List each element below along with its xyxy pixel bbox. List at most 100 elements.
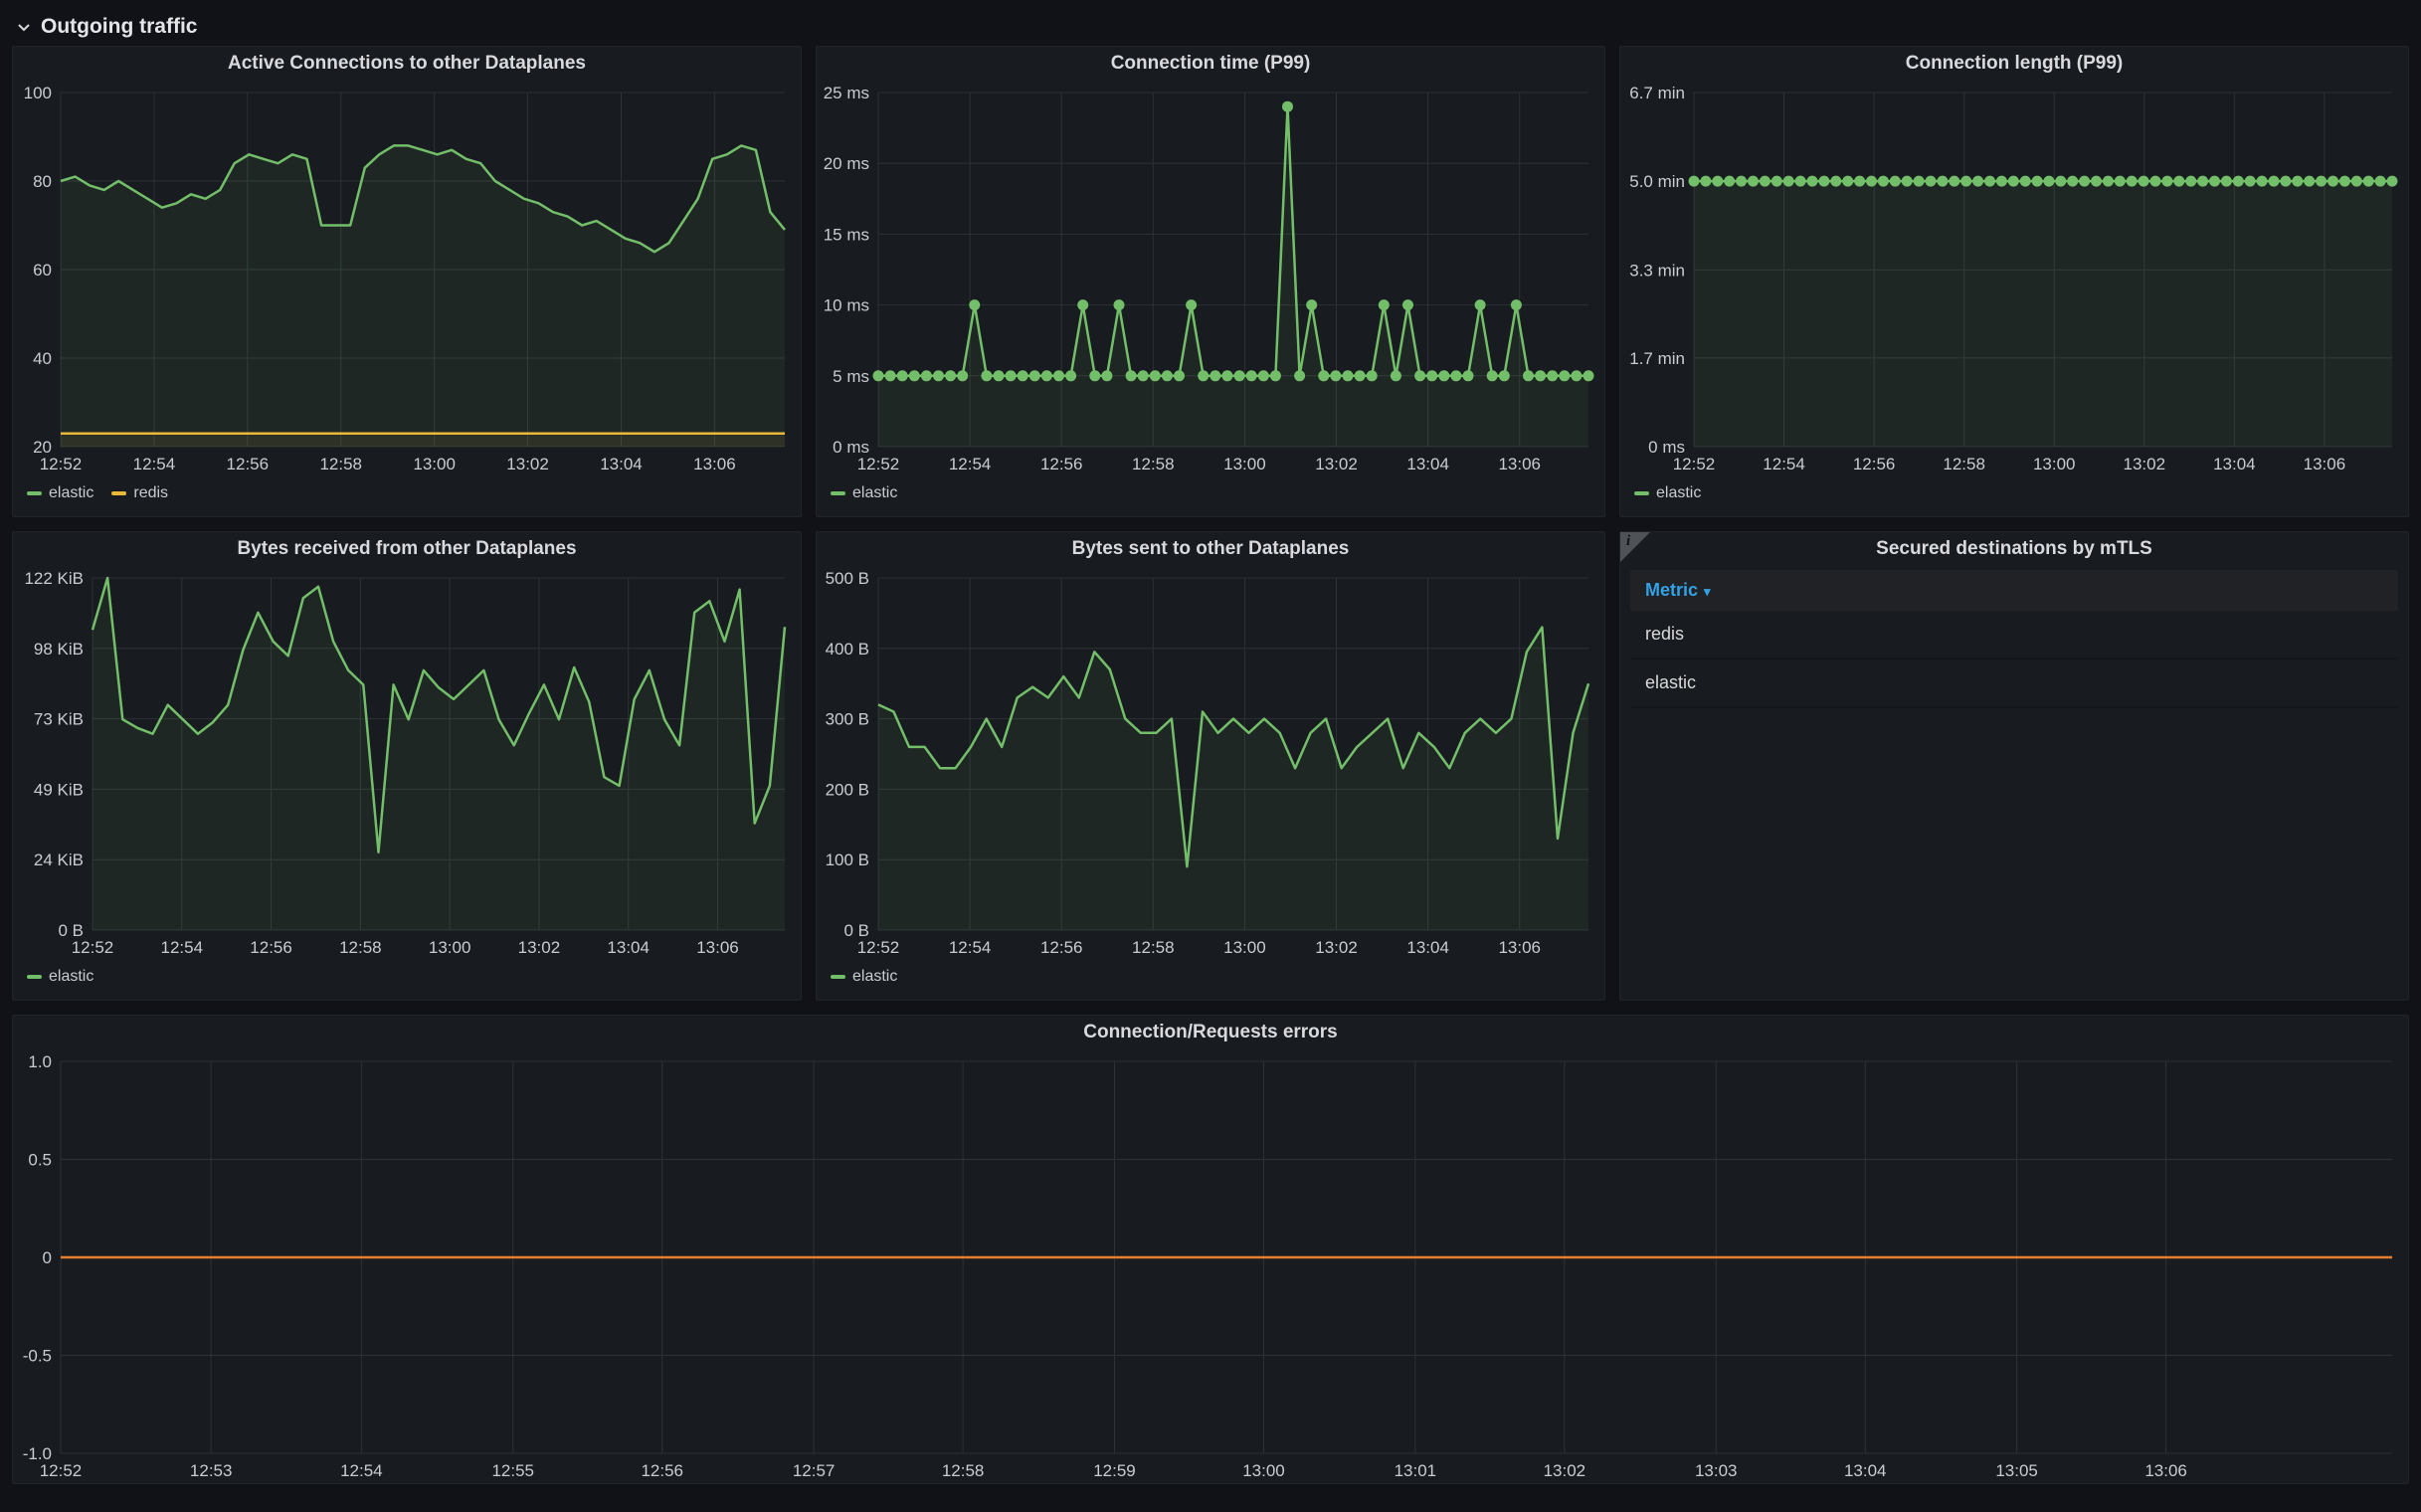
- series-point: [921, 370, 932, 381]
- x-axis-tick-label: 12:58: [1132, 455, 1175, 473]
- y-axis-tick-label: 5 ms: [833, 367, 869, 386]
- y-axis-tick-label: 0: [43, 1248, 52, 1267]
- table-header-metric[interactable]: Metric▾: [1630, 570, 2398, 611]
- chart-bytes-sent[interactable]: 0 B100 B200 B300 B400 B500 B12:5212:5412…: [817, 566, 1604, 960]
- chevron-down-icon[interactable]: [16, 19, 32, 35]
- legend-item-redis[interactable]: redis: [111, 484, 168, 502]
- x-axis-tick-label: 13:06: [696, 938, 739, 957]
- y-axis-tick-label: 10 ms: [824, 296, 869, 315]
- series-point: [1511, 299, 1522, 310]
- series-point: [994, 370, 1005, 381]
- series-point: [2173, 176, 2184, 187]
- x-axis-tick-label: 12:54: [133, 455, 176, 473]
- series-point: [2020, 176, 2031, 187]
- series-point: [1795, 176, 1806, 187]
- series-point: [1065, 370, 1076, 381]
- y-axis-tick-label: 25 ms: [824, 84, 869, 102]
- x-axis-tick-label: 12:58: [942, 1461, 985, 1480]
- x-axis-tick-label: 13:00: [413, 455, 456, 473]
- series-point: [1367, 370, 1378, 381]
- legend-swatch: [27, 491, 42, 495]
- series-point: [1926, 176, 1937, 187]
- series-area-fill: [61, 145, 785, 447]
- series-point: [945, 370, 956, 381]
- panel-title: Bytes received from other Dataplanes: [13, 532, 801, 566]
- y-axis-tick-label: 15 ms: [824, 225, 869, 244]
- panel-title: Secured destinations by mTLS: [1620, 532, 2408, 566]
- chart-connection-time[interactable]: 0 ms5 ms10 ms15 ms20 ms25 ms12:5212:5412…: [817, 81, 1604, 476]
- series-point: [1760, 176, 1770, 187]
- series-point: [2150, 176, 2161, 187]
- series-area-fill: [1694, 181, 2392, 447]
- series-point: [2197, 176, 2208, 187]
- x-axis-tick-label: 13:00: [1242, 1461, 1285, 1480]
- series-point: [1379, 299, 1390, 310]
- series-point: [957, 370, 968, 381]
- series-point: [1487, 370, 1498, 381]
- series-point: [1221, 370, 1232, 381]
- y-axis-tick-label: 5.0 min: [1629, 172, 1685, 191]
- series-point: [2127, 176, 2138, 187]
- series-point: [1830, 176, 1841, 187]
- legend: elastic: [817, 476, 1604, 516]
- legend: elastic: [817, 960, 1604, 1000]
- legend-item-elastic[interactable]: elastic: [831, 484, 897, 502]
- x-axis-tick-label: 12:54: [161, 938, 204, 957]
- dashboard-row-2: Bytes received from other Dataplanes 0 B…: [12, 531, 2409, 1001]
- x-axis-tick-label: 13:04: [2213, 455, 2256, 473]
- series-area-fill: [93, 578, 785, 930]
- legend-item-elastic[interactable]: elastic: [27, 968, 93, 986]
- table-cell: elastic: [1645, 672, 1696, 692]
- chart-connection-requests-errors[interactable]: -1.0-0.500.51.012:5212:5312:5412:5512:56…: [13, 1049, 2408, 1483]
- legend-item-elastic[interactable]: elastic: [1634, 484, 1701, 502]
- y-axis-tick-label: 100 B: [826, 850, 869, 869]
- x-axis-tick-label: 12:58: [339, 938, 382, 957]
- y-axis-tick-label: -0.5: [23, 1347, 52, 1366]
- series-point: [1198, 370, 1209, 381]
- legend-item-elastic[interactable]: elastic: [27, 484, 93, 502]
- x-axis-tick-label: 12:56: [227, 455, 270, 473]
- x-axis-tick-label: 13:03: [1695, 1461, 1738, 1480]
- series-point: [1018, 370, 1028, 381]
- series-point: [1996, 176, 2007, 187]
- x-axis-tick-label: 13:06: [1498, 455, 1541, 473]
- chart-connection-length[interactable]: 0 ms1.7 min3.3 min5.0 min6.7 min12:5212:…: [1620, 81, 2408, 476]
- chart-svg: 0 ms5 ms10 ms15 ms20 ms25 ms12:5212:5412…: [817, 81, 1604, 476]
- series-point: [969, 299, 980, 310]
- series-point: [1114, 299, 1125, 310]
- chart-bytes-received[interactable]: 0 B24 KiB49 KiB73 KiB98 KiB122 KiB12:521…: [13, 566, 801, 960]
- x-axis-tick-label: 12:54: [340, 1461, 383, 1480]
- series-point: [2221, 176, 2232, 187]
- y-axis-tick-label: 49 KiB: [34, 780, 84, 799]
- series-point: [1150, 370, 1161, 381]
- series-point: [2375, 176, 2386, 187]
- chart-active-connections[interactable]: 2040608010012:5212:5412:5612:5813:0013:0…: [13, 81, 801, 476]
- series-point: [1736, 176, 1747, 187]
- x-axis-tick-label: 13:06: [1498, 938, 1541, 957]
- x-axis-tick-label: 13:02: [1315, 938, 1358, 957]
- legend-item-elastic[interactable]: elastic: [831, 968, 897, 986]
- series-point: [1294, 370, 1305, 381]
- series-area-fill: [878, 106, 1588, 447]
- panel-title: Bytes sent to other Dataplanes: [817, 532, 1604, 566]
- x-axis-tick-label: 12:56: [1040, 938, 1083, 957]
- series-point: [1842, 176, 1853, 187]
- series-point: [2351, 176, 2362, 187]
- series-point: [885, 370, 896, 381]
- legend: elastic: [1620, 476, 2408, 516]
- series-point: [2043, 176, 2054, 187]
- x-axis-tick-label: 12:52: [40, 455, 83, 473]
- x-axis-tick-label: 12:59: [1093, 1461, 1136, 1480]
- chart-svg: 0 B24 KiB49 KiB73 KiB98 KiB122 KiB12:521…: [13, 566, 801, 960]
- x-axis-tick-label: 12:58: [319, 455, 362, 473]
- x-axis-tick-label: 12:54: [1763, 455, 1805, 473]
- series-point: [1318, 370, 1329, 381]
- series-point: [1937, 176, 1948, 187]
- x-axis-tick-label: 13:02: [2124, 455, 2166, 473]
- y-axis-tick-label: 98 KiB: [34, 640, 84, 659]
- series-point: [2091, 176, 2102, 187]
- legend-swatch: [27, 975, 42, 979]
- panel-secured-destinations: i Secured destinations by mTLS Metric▾ r…: [1619, 531, 2409, 1001]
- section-outgoing-traffic[interactable]: Outgoing traffic: [12, 8, 2409, 46]
- x-axis-tick-label: 13:00: [1223, 455, 1266, 473]
